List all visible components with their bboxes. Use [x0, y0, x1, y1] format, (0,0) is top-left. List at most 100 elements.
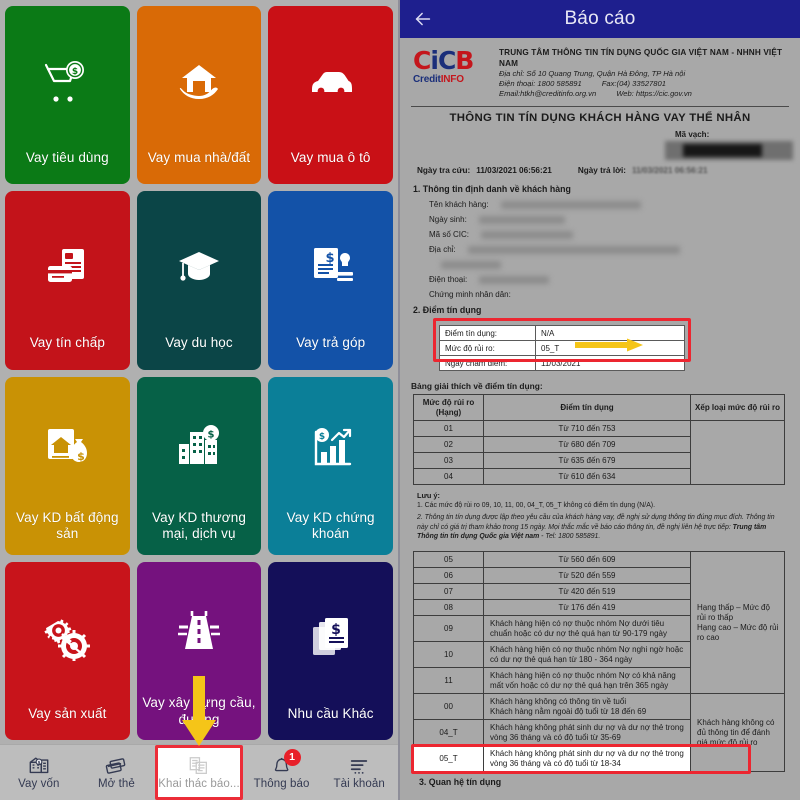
section-1-title: 1. Thông tin định danh về khách hàng — [413, 184, 571, 195]
risk-rank-cell: 08 — [413, 599, 484, 617]
loan-tile-9[interactable]: $ Vay KD chứng khoán — [268, 376, 393, 555]
identity-field-row: Địa chỉ: — [429, 242, 793, 257]
nav-item-khai-th-c-b-o[interactable]: Khai thác báo... — [155, 745, 243, 800]
svg-text:$: $ — [325, 251, 334, 266]
identity-field-redacted-value — [467, 245, 680, 254]
loan-tile-7[interactable]: $ Vay KD bất động sản — [5, 376, 130, 555]
loan-tile-12[interactable]: $ Nhu cầu Khác — [268, 561, 393, 740]
loan-tile-10[interactable]: Vay sản xuất — [5, 561, 130, 740]
nav-item-th-ng-b-o[interactable]: Thông báo 1 — [243, 745, 321, 800]
identity-field-row: Ngày sinh: — [429, 212, 793, 227]
risk-rank-cell: 05 — [413, 551, 484, 569]
score-explanation-caption: Bảng giải thích về điểm tín dụng: — [411, 381, 543, 392]
score-range-cell: Khách hàng hiện có nợ thuộc nhóm Nợ nghi… — [483, 641, 691, 669]
score-range-cell: Từ 635 đến 679 — [483, 452, 691, 470]
score-range-cell: Từ 710 đến 753 — [483, 420, 691, 438]
nav-item-label: Vay vốn — [18, 778, 60, 790]
score-range-cell: Từ 420 đến 519 — [483, 583, 691, 601]
risk-rank-cell: 06 — [413, 567, 484, 585]
credit-score-table: Điểm tín dụng: N/A Mức độ rủi ro: 05_T Ngày … — [439, 325, 685, 372]
report-extract-icon — [188, 755, 210, 777]
note-1: 1. Các mức độ rủi ro 09, 10, 11, 00, 04_… — [417, 502, 656, 510]
barcode-label: Mã vạch: — [675, 130, 710, 140]
identity-field-row: Tên khách hàng: — [429, 197, 793, 212]
reply-date-value: 11/03/2021 06:56:21 — [631, 166, 708, 176]
table-row: 05 Từ 560 đến 609 Hạng thấp – Mức độ rủi r… — [413, 551, 785, 695]
organization-address: Địa chỉ: Số 10 Quang Trung, Quận Hà Đông… — [499, 69, 686, 78]
identity-field-row: Chứng minh nhân dân: — [429, 287, 793, 302]
graduation-cap-icon — [141, 199, 258, 335]
loan-tile-label: Vay KD bất động sản — [16, 509, 119, 542]
barcode-redacted — [665, 141, 793, 161]
loan-tile-5[interactable]: Vay du học — [136, 191, 262, 370]
score-range-cell: Khách hàng hiện có nợ thuộc nhóm Nợ dưới… — [483, 615, 691, 643]
svg-text:$: $ — [37, 760, 40, 765]
highway-icon — [141, 570, 258, 695]
table-header-cell: Xếp loại mức độ rủi ro — [690, 394, 785, 422]
loan-tile-11[interactable]: Vay xây dựng cầu, đường — [136, 561, 262, 740]
organization-info: TRUNG TÂM THÔNG TIN TÍN DỤNG QUỐC GIA VI… — [499, 46, 791, 99]
loan-tile-4[interactable]: Vay tín chấp — [5, 191, 130, 370]
credit-score-row: Ngày chấm điểm: 11/03/2021 — [439, 355, 685, 372]
notification-badge: 1 — [283, 749, 301, 766]
score-range-cell: Từ 560 đến 609 — [483, 551, 691, 569]
cic-logo-mark: CiCB — [413, 46, 474, 75]
identity-field-label: Tên khách hàng: — [429, 199, 489, 209]
risk-rank-cell: 02 — [413, 436, 484, 454]
screenshot-root: $ Vay tiêu dùng Vay mua nhà/đất Vay mua ô t… — [0, 0, 800, 800]
loan-tile-label: Vay tiêu dùng — [25, 149, 109, 165]
table-header-cell: Điểm tín dụng — [483, 394, 691, 422]
credit-score-key: Ngày chấm điểm: — [439, 355, 536, 372]
credit-report-document: CiCB CreditINFO TRUNG TÂM THÔNG TIN TÍN … — [400, 38, 800, 800]
identity-field-row — [429, 257, 793, 272]
loan-tile-label: Vay du học — [165, 335, 233, 351]
nav-item-m-th[interactable]: Mở thẻ — [78, 745, 156, 800]
risk-rank-cell: 00 — [413, 693, 484, 721]
loan-tile-3[interactable]: Vay mua ô tô — [268, 6, 393, 185]
bottom-navigation-bar: $ Vay vốn Mở thẻ Khai thác báo... Thông báo 1… — [0, 744, 398, 800]
letterhead-divider — [411, 106, 789, 108]
identity-field-redacted-value — [478, 215, 565, 224]
section-2-title: 2. Điểm tín dụng — [413, 305, 482, 316]
cards-icon — [105, 755, 127, 777]
loan-tile-label: Vay KD chứng khoán — [286, 509, 375, 542]
risk-rank-cell: 10 — [413, 641, 484, 669]
lookup-date-value: 11/03/2021 06:56:21 — [476, 166, 552, 176]
nav-item-t-i-kho-n[interactable]: Tài khoản — [320, 745, 398, 800]
credit-score-row: Điểm tín dụng: N/A — [439, 325, 685, 342]
table-header-cell: Mức độ rủi ro (Hạng) — [413, 394, 484, 422]
risk-rank-cell: 09 — [413, 615, 484, 643]
identity-field-row: Điện thoại: — [429, 272, 793, 287]
loan-tile-label: Vay KD thương mại, dịch vụ — [152, 509, 246, 542]
identity-field-label: Chứng minh nhân dân: — [429, 289, 511, 299]
back-arrow-icon[interactable] — [410, 6, 436, 32]
lookup-date-label: Ngày tra cứu: — [417, 166, 471, 176]
score-range-cell: Khách hàng không phát sinh dư nợ và dư n… — [483, 745, 691, 773]
loan-tile-2[interactable]: Vay mua nhà/đất — [136, 6, 262, 185]
loan-tile-8[interactable]: $ Vay KD thương mại, dịch vụ — [136, 376, 262, 555]
risk-rank-cell: 11 — [413, 667, 484, 695]
loan-tile-6[interactable]: $ Vay trả góp — [268, 191, 393, 370]
page-title: Báo cáo — [564, 8, 636, 29]
loan-tile-label: Nhu cầu Khác — [287, 705, 374, 721]
score-range-cell: Từ 520 đến 559 — [483, 567, 691, 585]
bar-chart-money-icon: $ — [272, 385, 389, 510]
identity-field-label: Mã số CIC: — [429, 229, 470, 239]
identity-field-row: Mã số CIC: — [429, 227, 793, 242]
loan-tile-1[interactable]: $ Vay tiêu dùng — [5, 6, 130, 185]
score-range-cell: Từ 176 đến 419 — [483, 599, 691, 617]
cic-logo-subtitle: CreditINFO — [413, 74, 464, 85]
credit-score-key: Điểm tín dụng: — [439, 325, 536, 342]
shopping-cart-money-icon: $ — [9, 14, 126, 150]
risk-rank-cell: 01 — [413, 420, 484, 438]
identity-field-redacted-value — [441, 260, 501, 269]
nav-item-label: Khai thác báo... — [158, 778, 240, 790]
nav-item-vay-v-n[interactable]: $ Vay vốn — [0, 745, 78, 800]
loan-category-grid: $ Vay tiêu dùng Vay mua nhà/đất Vay mua ô t… — [0, 0, 398, 744]
score-explanation-table-top: Mức độ rủi ro (Hạng) Điểm tín dụng Xếp loạ… — [413, 394, 785, 486]
risk-rank-cell: 04_T — [413, 719, 484, 747]
risk-rank-cell: 04 — [413, 468, 484, 486]
score-range-cell: Khách hàng hiện có nợ thuộc nhóm Nợ có k… — [483, 667, 691, 695]
notes-title: Lưu ý: — [417, 491, 441, 501]
mobile-app-home-screen: $ Vay tiêu dùng Vay mua nhà/đất Vay mua ô t… — [0, 0, 400, 800]
